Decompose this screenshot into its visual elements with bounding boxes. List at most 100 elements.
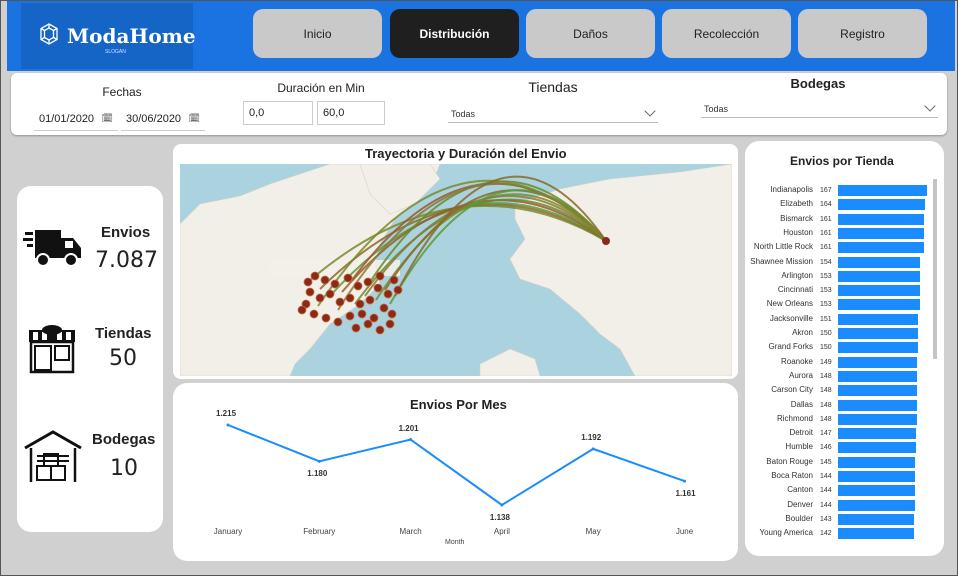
store-bar[interactable] [838,513,915,525]
store-marker[interactable] [393,285,403,295]
store-bar[interactable] [838,256,921,268]
store-marker[interactable] [351,323,361,333]
store-marker[interactable] [321,313,331,323]
store-bar-row[interactable]: Boca Raton 144 [745,469,935,483]
store-bar[interactable] [838,528,914,540]
store-bar-row[interactable]: Boulder 143 [745,512,935,526]
store-marker[interactable] [315,293,325,303]
store-bar-row[interactable]: Aurora 148 [745,369,935,383]
nav-tab-registro[interactable]: Registro [798,9,927,58]
line-data-point[interactable] [500,503,504,507]
store-bar[interactable] [838,285,920,297]
store-marker[interactable] [365,295,375,305]
store-marker[interactable] [363,319,373,329]
store-marker[interactable] [297,305,307,315]
store-marker[interactable] [353,281,363,291]
store-bar-row[interactable]: Cincinnati 153 [745,283,935,297]
store-bar-row[interactable]: Shawnee Mission 154 [745,255,935,269]
store-marker[interactable] [369,313,379,323]
store-bar[interactable] [838,356,918,368]
duration-max-input[interactable]: 60,0 [317,101,385,125]
store-bar[interactable] [838,456,916,468]
store-bar-row[interactable]: Roanoke 149 [745,355,935,369]
store-marker[interactable] [389,275,399,285]
duration-min-input[interactable]: 0,0 [243,101,313,125]
warehouse-marker[interactable] [602,237,610,245]
nav-tab-inicio[interactable]: Inicio [253,9,382,58]
start-date-input[interactable]: 01/01/2020 🗓 [34,107,118,131]
calendar-icon[interactable]: 🗓 [102,113,113,124]
store-bar[interactable] [838,299,920,311]
store-bar-row[interactable]: North Little Rock 161 [745,240,935,254]
store-marker[interactable] [373,283,383,293]
store-bar[interactable] [838,313,919,325]
store-bar[interactable] [838,342,918,354]
store-bar[interactable] [838,428,917,440]
store-marker[interactable] [355,299,365,309]
store-bar[interactable] [838,199,926,211]
store-bar-row[interactable]: Arlington 153 [745,269,935,283]
store-bar[interactable] [838,399,917,411]
store-marker[interactable] [333,317,343,327]
store-bar-row[interactable]: Baton Rouge 145 [745,455,935,469]
store-bar[interactable] [838,385,917,397]
store-bar-row[interactable]: Elizabeth 164 [745,197,935,211]
store-bar-row[interactable]: Houston 161 [745,226,935,240]
store-marker[interactable] [305,287,315,297]
store-marker[interactable] [343,273,353,283]
store-marker[interactable] [357,309,367,319]
store-marker[interactable] [320,275,330,285]
store-bar[interactable] [838,413,917,425]
line-data-point[interactable] [591,447,595,451]
store-bar-row[interactable]: Akron 150 [745,326,935,340]
store-marker[interactable] [375,325,385,335]
store-marker[interactable] [385,319,395,329]
store-marker[interactable] [303,277,313,287]
store-bar-row[interactable]: Grand Forks 150 [745,340,935,354]
store-bar-row[interactable]: Indianapolis 167 [745,183,935,197]
store-bar-row[interactable]: Richmond 148 [745,412,935,426]
store-bar-row[interactable]: Carson City 148 [745,383,935,397]
store-bar-row[interactable]: Humble 146 [745,440,935,454]
nav-tab-distribucion[interactable]: Distribución [390,9,519,58]
store-marker[interactable] [363,277,373,287]
store-marker[interactable] [310,271,320,281]
store-bar-row[interactable]: Canton 144 [745,483,935,497]
store-marker[interactable] [345,293,355,303]
nav-tab-danos[interactable]: Daños [526,9,655,58]
store-bar[interactable] [838,485,915,497]
store-marker[interactable] [345,311,355,321]
store-bar[interactable] [838,242,924,254]
store-marker[interactable] [325,289,335,299]
store-marker[interactable] [387,309,397,319]
store-bar[interactable] [838,442,916,454]
calendar-icon[interactable]: 🗓 [189,113,200,124]
store-marker[interactable] [309,309,319,319]
store-bar[interactable] [838,270,920,282]
store-bar-row[interactable]: Young America 142 [745,526,935,540]
tiendas-dropdown[interactable]: Todas [448,105,658,123]
store-bar-row[interactable]: Jacksonville 151 [745,312,935,326]
store-bar[interactable] [838,213,924,225]
line-data-point[interactable] [409,438,413,442]
store-marker[interactable] [335,297,345,307]
store-bar-row[interactable]: Denver 144 [745,498,935,512]
shipment-route-map[interactable] [180,164,732,376]
store-bar[interactable] [838,185,927,196]
line-data-point[interactable] [317,459,321,463]
line-data-point[interactable] [683,479,686,483]
store-bar[interactable] [838,499,915,511]
store-bar[interactable] [838,227,924,239]
store-bar-row[interactable]: Detroit 147 [745,426,935,440]
store-bar[interactable] [838,370,917,382]
store-marker[interactable] [330,279,340,289]
end-date-input[interactable]: 30/06/2020 🗓 [121,107,205,131]
line-data-point[interactable] [226,423,230,427]
store-marker[interactable] [379,303,389,313]
store-bar-row[interactable]: New Orleans 153 [745,297,935,311]
store-bar[interactable] [838,471,915,482]
store-bar-row[interactable]: Dallas 148 [745,398,935,412]
store-bar-row[interactable]: Bismarck 161 [745,212,935,226]
store-marker[interactable] [375,271,385,281]
bodegas-dropdown[interactable]: Todas [701,100,938,118]
